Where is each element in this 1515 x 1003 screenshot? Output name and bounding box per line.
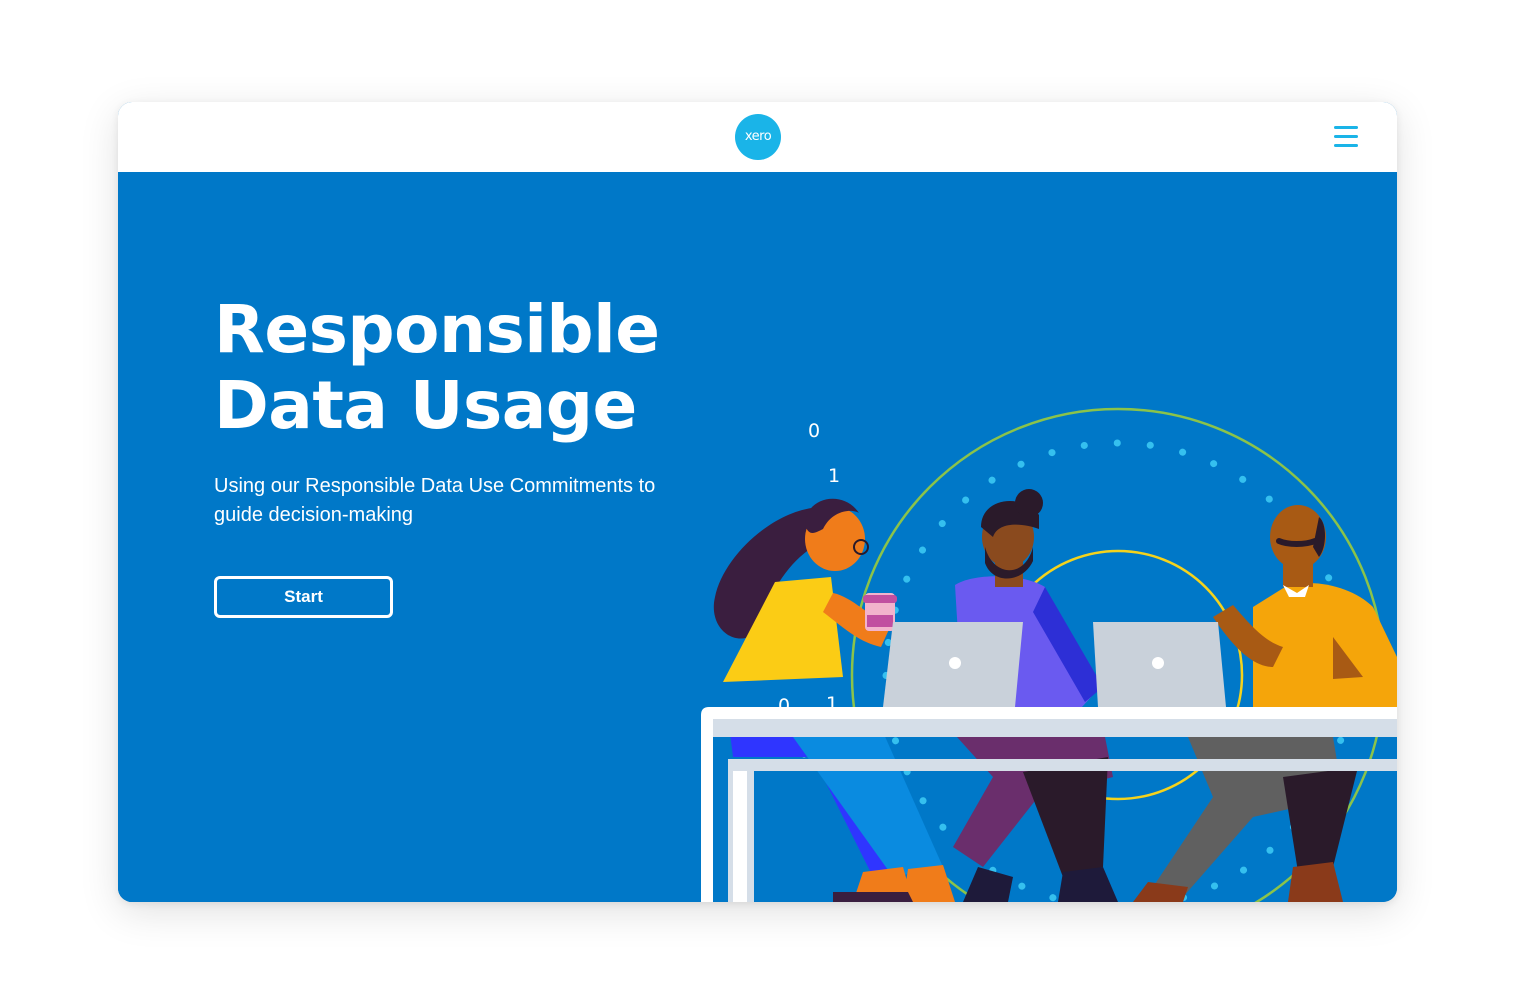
- top-navigation-bar: xero: [118, 102, 1397, 172]
- hero-section: Responsible Data Usage Using our Respons…: [118, 172, 1397, 902]
- browser-window: xero Responsible Data Usage Using our Re…: [118, 102, 1397, 902]
- binary-digit: 0: [808, 420, 820, 442]
- team-illustration: 010010: [701, 407, 1397, 902]
- page-title: Responsible Data Usage: [214, 291, 660, 444]
- binary-digit: 1: [828, 465, 840, 487]
- title-line-1: Responsible: [214, 291, 660, 368]
- xero-logo[interactable]: xero: [735, 114, 781, 160]
- start-button[interactable]: Start: [214, 576, 393, 618]
- hero-subtitle: Using our Responsible Data Use Commitmen…: [214, 475, 656, 526]
- laptop-right: [1093, 622, 1226, 707]
- laptop-left: [883, 622, 1023, 707]
- logo-text: xero: [744, 129, 772, 144]
- hamburger-menu-icon[interactable]: [1330, 122, 1360, 152]
- title-line-2: Data Usage: [214, 367, 637, 444]
